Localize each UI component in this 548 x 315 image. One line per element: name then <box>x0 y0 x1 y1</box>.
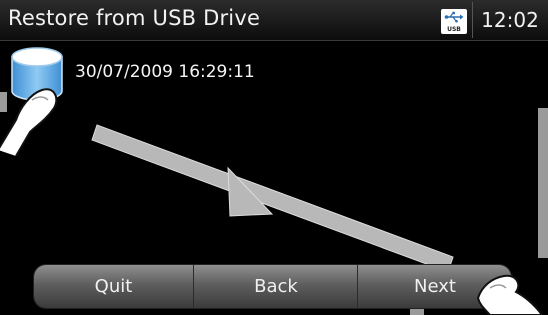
left-edge-strip <box>0 92 7 112</box>
title-bar: Restore from USB Drive USB 12:02 <box>0 0 548 41</box>
usb-icon <box>444 11 464 23</box>
clock: 12:02 <box>472 2 547 38</box>
arrow-head <box>227 166 274 217</box>
backup-list-item[interactable]: 30/07/2009 16:29:11 <box>8 46 308 102</box>
drive-icon <box>11 47 63 101</box>
usb-status-badge: USB <box>441 9 467 34</box>
page-title: Restore from USB Drive <box>8 6 261 30</box>
next-button[interactable]: Next <box>357 265 511 308</box>
bottom-nav-bar: Quit Back Next <box>34 265 511 308</box>
usb-badge-label: USB <box>447 26 461 33</box>
quit-button[interactable]: Quit <box>34 265 193 308</box>
back-button[interactable]: Back <box>193 265 358 308</box>
arrow-shaft <box>91 124 454 273</box>
restore-screen: Restore from USB Drive USB 12:02 30/07/2… <box>0 0 548 315</box>
backup-timestamp: 30/07/2009 16:29:11 <box>75 62 255 82</box>
right-edge-strip <box>538 108 548 258</box>
bottom-edge-strip <box>410 307 424 315</box>
